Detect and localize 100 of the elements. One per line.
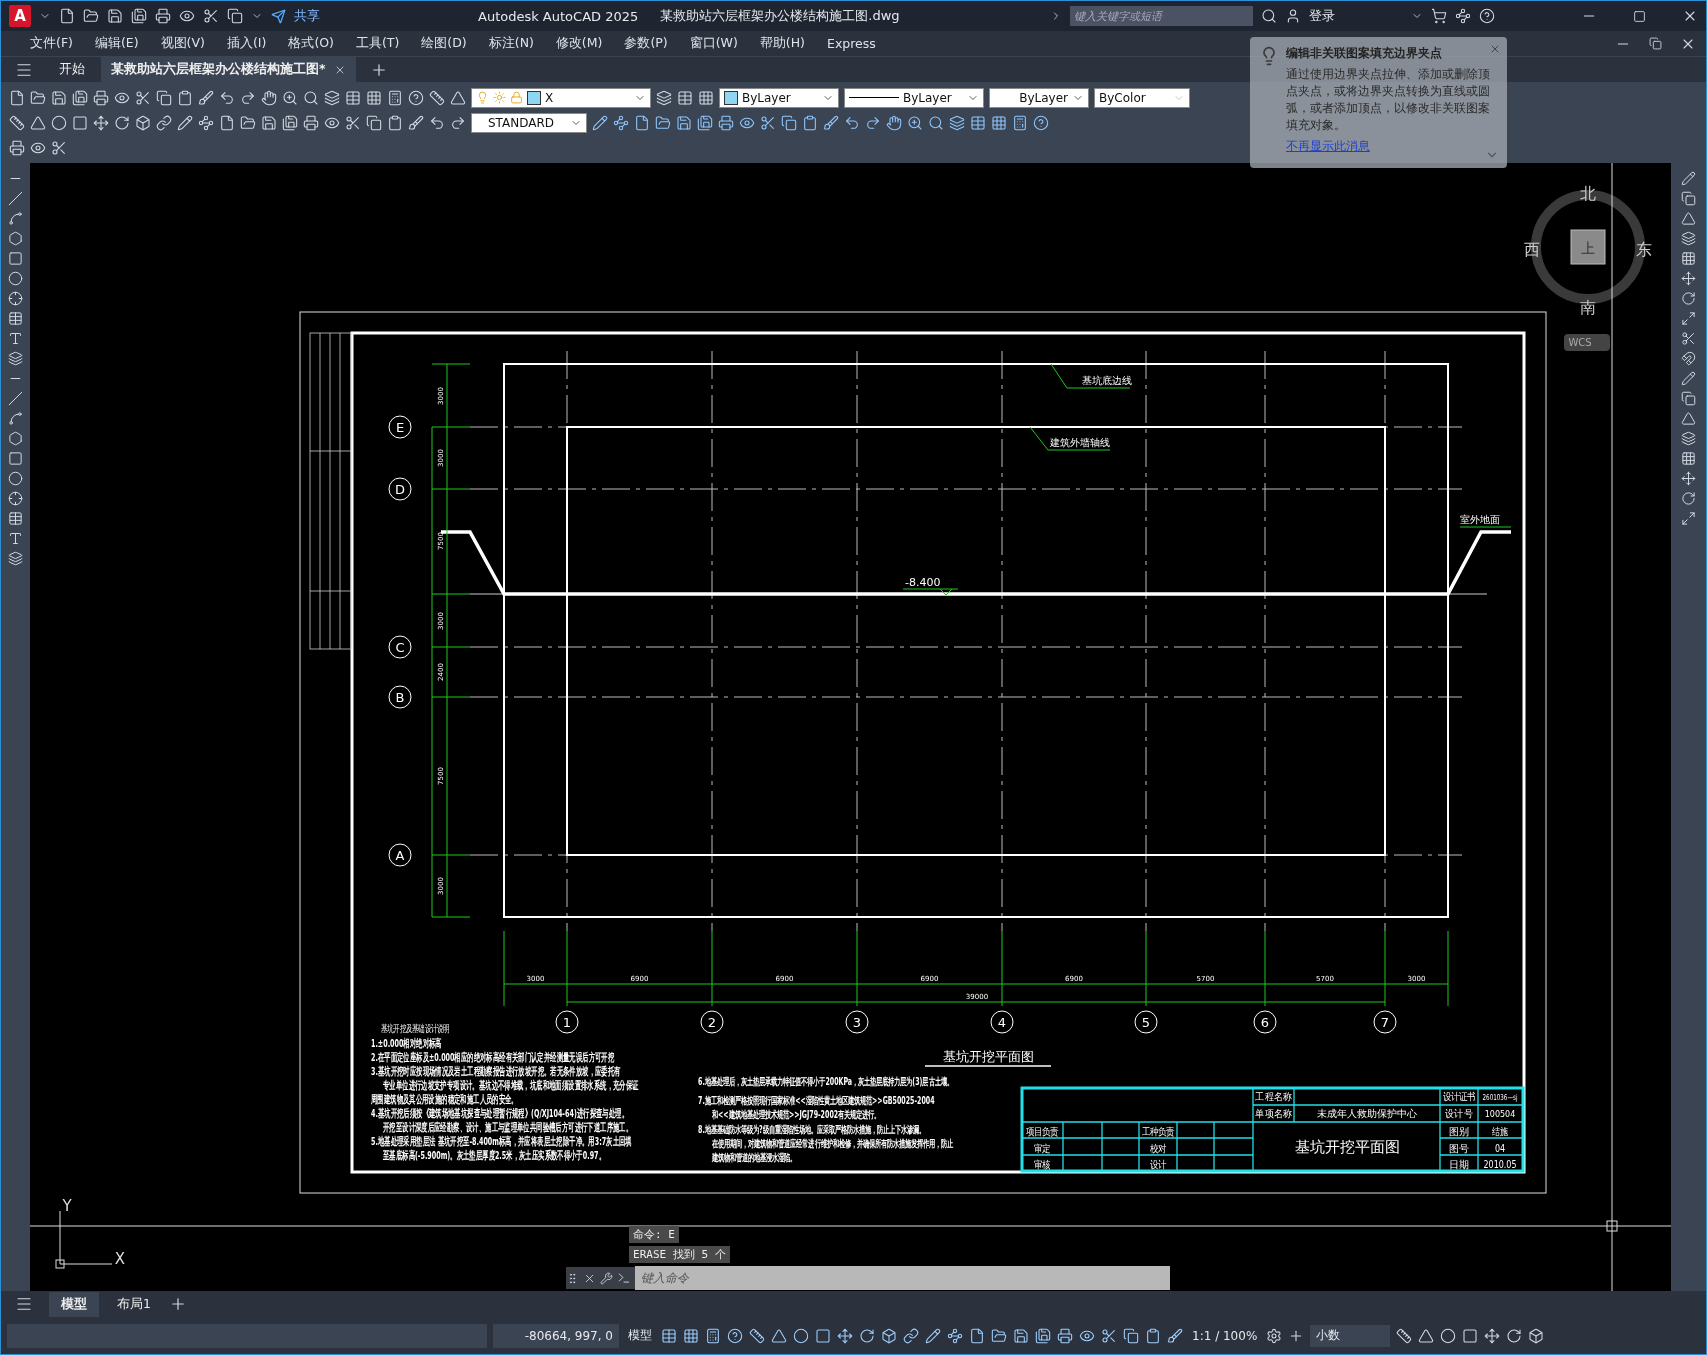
point-icon[interactable] [8,291,24,306]
triangle-icon[interactable] [1418,1327,1435,1344]
move-icon[interactable] [837,1327,853,1344]
copy-icon[interactable] [1123,1327,1139,1344]
cube-icon[interactable] [135,114,151,131]
help-icon[interactable] [1479,8,1495,24]
zoom-icon[interactable] [282,89,298,106]
menu-item[interactable]: 帮助(H) [748,31,816,56]
wrench-icon[interactable] [600,1271,614,1285]
share-button[interactable]: 共享 [294,7,320,25]
undo-icon[interactable] [219,89,235,106]
cut-icon[interactable] [203,8,219,24]
send-icon[interactable] [271,8,286,24]
circle-icon[interactable] [1440,1327,1457,1344]
save-icon[interactable] [261,114,277,131]
document-tab[interactable]: 某救助站六层框架办公楼结构施工图* [101,57,356,82]
menu-icon[interactable] [15,1295,33,1313]
table-icon[interactable] [677,89,693,106]
layout-tab[interactable]: 布局1 [105,1291,163,1317]
grid-icon[interactable] [991,114,1007,131]
redo-icon[interactable] [240,89,256,106]
cut-icon[interactable] [135,89,151,106]
polygon-icon[interactable] [8,231,24,246]
file-icon[interactable] [219,114,235,131]
clipboard-icon[interactable] [177,89,193,106]
curve-icon[interactable] [8,411,24,426]
copy-icon[interactable] [1681,191,1697,206]
menu-item[interactable]: Express [816,31,887,56]
link-icon[interactable] [903,1327,919,1344]
folder-icon[interactable] [240,114,256,131]
cut-icon[interactable] [1101,1327,1117,1344]
document-tab[interactable]: 开始 [49,57,95,82]
rotate-icon[interactable] [1681,291,1697,306]
linetype-dropdown[interactable]: ByLayer [844,87,984,108]
search-icon[interactable] [303,89,319,106]
brush-icon[interactable] [1167,1327,1183,1344]
redo-icon[interactable] [450,114,466,131]
point-icon[interactable] [8,491,24,506]
menu-item[interactable]: 格式(O) [277,31,345,56]
folder-icon[interactable] [83,8,99,24]
calculator-icon[interactable] [387,89,403,106]
help-icon[interactable] [1033,114,1049,131]
pencil-icon[interactable] [592,114,608,131]
save-all-icon[interactable] [131,8,147,24]
table-icon[interactable] [661,1327,677,1344]
printer-icon[interactable] [718,114,734,131]
polygon-icon[interactable] [8,431,24,446]
redo-icon[interactable] [865,114,881,131]
settings-icon[interactable] [1266,1327,1283,1344]
circle-icon[interactable] [8,271,24,286]
layout-tab[interactable]: 模型 [49,1291,99,1317]
triangle-icon[interactable] [450,89,466,106]
menu-item[interactable]: 修改(M) [544,31,614,56]
clipboard-icon[interactable] [1145,1327,1161,1344]
hand-icon[interactable] [261,89,277,106]
circle-icon[interactable] [793,1327,809,1344]
copy-icon[interactable] [366,114,382,131]
restore-icon[interactable] [1649,37,1662,50]
layers-icon[interactable] [949,114,965,131]
search-field[interactable]: 键入关键字或短语 [1070,6,1253,26]
network-icon[interactable] [1455,8,1471,24]
grid-icon[interactable] [698,89,714,106]
menu-item[interactable]: 插入(I) [215,31,278,56]
rotate-icon[interactable] [114,114,130,131]
printer-icon[interactable] [303,114,319,131]
printer-icon[interactable] [155,8,171,24]
clipboard-icon[interactable] [802,114,818,131]
ruler-icon[interactable] [1396,1327,1413,1344]
slash-icon[interactable] [8,191,24,206]
menu-item[interactable]: 标注(N) [477,31,545,56]
help-icon[interactable] [408,89,424,106]
square-icon[interactable] [72,114,88,131]
save-all-icon[interactable] [282,114,298,131]
search-icon[interactable] [928,114,944,131]
hand-icon[interactable] [886,114,902,131]
cut-icon[interactable] [345,114,361,131]
rectangle-icon[interactable] [8,451,24,466]
curve-icon[interactable] [8,211,24,226]
triangle-icon[interactable] [771,1327,787,1344]
copy-icon[interactable] [156,89,172,106]
save-icon[interactable] [51,89,67,106]
clipboard-icon[interactable] [387,114,403,131]
table-icon[interactable] [345,89,361,106]
menu-item[interactable]: 工具(T) [344,31,411,56]
waypoints-icon[interactable] [613,114,629,131]
waypoints-icon[interactable] [947,1327,963,1344]
square-icon[interactable] [815,1327,831,1344]
text-style-dropdown[interactable]: STANDARD [471,112,587,133]
scale-icon[interactable] [1681,511,1697,526]
help-icon[interactable] [727,1327,743,1344]
move-icon[interactable] [1484,1327,1501,1344]
plot-style-dropdown[interactable]: ByColor [1094,87,1190,108]
pencil-icon[interactable] [1681,371,1697,386]
file-icon[interactable] [9,89,25,106]
cube-icon[interactable] [1528,1327,1545,1344]
grid-icon[interactable] [683,1327,699,1344]
preview-icon[interactable] [179,8,195,24]
printer-icon[interactable] [1057,1327,1073,1344]
ruler-icon[interactable] [429,89,445,106]
brush-icon[interactable] [408,114,424,131]
